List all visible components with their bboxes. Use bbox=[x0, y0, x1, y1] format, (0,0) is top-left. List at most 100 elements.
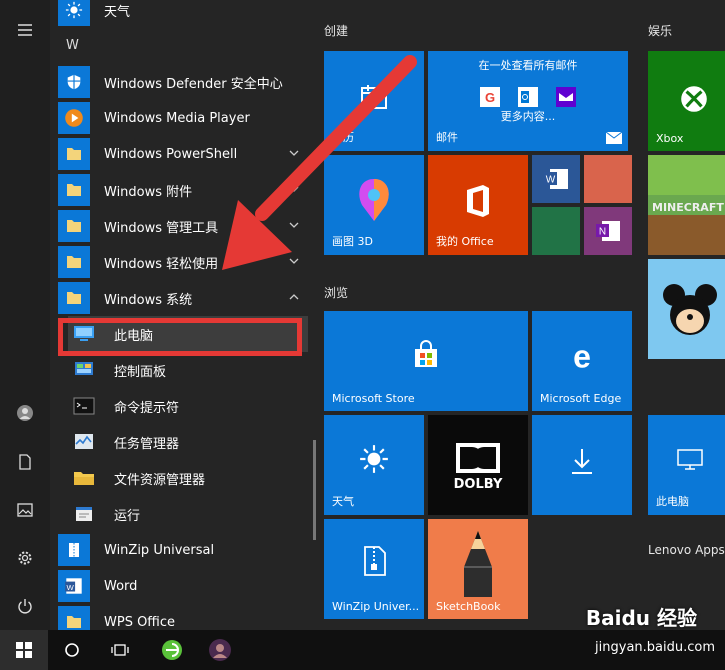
hamburger-menu-button[interactable] bbox=[0, 10, 50, 50]
taskbar-app-browser[interactable] bbox=[148, 630, 196, 670]
list-item-admin-tools[interactable]: Windows 管理工具 bbox=[58, 208, 308, 244]
onenote-tile[interactable]: N bbox=[584, 207, 632, 255]
mail-tile-caption: 在一处查看所有邮件 bbox=[478, 59, 578, 72]
minecraft-tile[interactable]: MINECRAFT bbox=[648, 155, 725, 255]
folder-icon bbox=[58, 246, 90, 278]
pictures-button[interactable] bbox=[0, 490, 50, 530]
powerpoint-tile[interactable] bbox=[584, 155, 632, 203]
winzip-icon bbox=[356, 541, 392, 581]
chevron-up-icon[interactable] bbox=[288, 291, 300, 303]
google-icon: G bbox=[480, 87, 500, 107]
winzip-icon bbox=[58, 534, 90, 566]
group-label-browse[interactable]: 浏览 bbox=[324, 284, 348, 301]
group-label-lenovo[interactable]: Lenovo Apps bbox=[648, 543, 725, 557]
this-pc-tile[interactable]: 此电脑 bbox=[648, 415, 725, 515]
my-office-tile[interactable]: 我的 Office bbox=[428, 155, 528, 255]
chevron-down-icon[interactable] bbox=[288, 255, 300, 267]
excel-tile[interactable] bbox=[532, 207, 580, 255]
list-item-label: WinZip Universal bbox=[104, 542, 215, 558]
account-button[interactable] bbox=[0, 393, 50, 433]
list-item-word[interactable]: W Word bbox=[58, 568, 308, 604]
word-tile[interactable]: W bbox=[532, 155, 580, 203]
chevron-down-icon[interactable] bbox=[288, 219, 300, 231]
list-item-label: 任务管理器 bbox=[114, 436, 180, 452]
media-app-icon bbox=[209, 639, 231, 661]
folder-icon bbox=[58, 174, 90, 206]
tile-label: 日历 bbox=[332, 131, 354, 144]
list-item-this-pc[interactable]: 此电脑 bbox=[68, 316, 308, 352]
watermark-url: jingyan.baidu.com bbox=[595, 640, 715, 655]
tile-label: 天气 bbox=[332, 495, 354, 508]
list-item-task-manager[interactable]: 任务管理器 bbox=[68, 424, 308, 460]
list-item-label: 运行 bbox=[114, 508, 141, 524]
scrollbar[interactable] bbox=[313, 440, 316, 540]
chevron-down-icon[interactable] bbox=[288, 147, 300, 159]
list-item-accessories[interactable]: Windows 附件 bbox=[58, 172, 308, 208]
list-item-label: 命令提示符 bbox=[114, 400, 180, 416]
list-item-cmd[interactable]: 命令提示符 bbox=[68, 388, 308, 424]
weather-tile[interactable]: 天气 bbox=[324, 415, 424, 515]
winzip-tile[interactable]: WinZip Univer... bbox=[324, 519, 424, 619]
document-icon bbox=[19, 454, 31, 470]
list-item-winzip[interactable]: WinZip Universal bbox=[58, 532, 308, 568]
search-circle-icon bbox=[65, 643, 79, 657]
dolby-label: DOLBY bbox=[453, 477, 503, 492]
list-item-label: Windows Media Player bbox=[104, 110, 250, 126]
cmd-icon bbox=[68, 390, 100, 422]
power-icon bbox=[18, 599, 32, 614]
office-icon bbox=[460, 181, 496, 221]
paint3d-tile[interactable]: 画图 3D bbox=[324, 155, 424, 255]
list-item-media-player[interactable]: Windows Media Player bbox=[58, 100, 308, 136]
calendar-icon bbox=[356, 79, 392, 115]
section-letter-w[interactable]: W bbox=[66, 38, 79, 53]
list-item-label: 控制面板 bbox=[114, 364, 167, 380]
svg-text:e: e bbox=[573, 341, 591, 373]
group-label-entertain[interactable]: 娱乐 bbox=[648, 22, 672, 39]
list-item-weather[interactable]: 天气 bbox=[58, 0, 308, 28]
user-avatar-icon bbox=[17, 405, 33, 421]
mail-tile[interactable]: 在一处查看所有邮件 G 更多内容... 邮件 bbox=[428, 51, 628, 151]
taskbar-app-media[interactable] bbox=[196, 630, 244, 670]
search-button[interactable] bbox=[48, 630, 96, 670]
edge-icon: e bbox=[564, 339, 600, 375]
dolby-logo-icon bbox=[454, 441, 502, 475]
dolby-tile[interactable]: DOLBY bbox=[428, 415, 528, 515]
list-item-control-panel[interactable]: 控制面板 bbox=[68, 352, 308, 388]
list-item-run[interactable]: 运行 bbox=[68, 496, 308, 532]
list-item-label: Windows PowerShell bbox=[104, 146, 238, 162]
settings-button[interactable] bbox=[0, 538, 50, 578]
list-item-defender[interactable]: Windows Defender 安全中心 bbox=[58, 64, 308, 100]
power-button[interactable] bbox=[0, 586, 50, 626]
list-item-ease-of-access[interactable]: Windows 轻松使用 bbox=[58, 244, 308, 280]
pencil-icon bbox=[456, 527, 500, 599]
task-view-button[interactable] bbox=[96, 630, 144, 670]
media-player-icon bbox=[58, 102, 90, 134]
onenote-icon: N bbox=[594, 219, 622, 243]
computer-icon bbox=[68, 318, 100, 350]
list-item-label: 天气 bbox=[104, 4, 131, 20]
download-tile[interactable] bbox=[532, 415, 632, 515]
sun-icon bbox=[356, 441, 392, 477]
list-item-label: Windows Defender 安全中心 bbox=[104, 76, 283, 92]
svg-text:G: G bbox=[485, 90, 495, 105]
store-tile[interactable]: Microsoft Store bbox=[324, 311, 528, 411]
list-item-powershell[interactable]: Windows PowerShell bbox=[58, 136, 308, 172]
shield-icon bbox=[58, 66, 90, 98]
xbox-tile[interactable]: Xbox bbox=[648, 51, 725, 151]
list-item-file-explorer[interactable]: 文件资源管理器 bbox=[68, 460, 308, 496]
chevron-down-icon[interactable] bbox=[288, 183, 300, 195]
gear-icon bbox=[18, 551, 32, 565]
disney-tile[interactable] bbox=[648, 259, 725, 359]
list-item-wps[interactable]: WPS Office bbox=[58, 604, 308, 630]
documents-button[interactable] bbox=[0, 442, 50, 482]
sketchbook-tile[interactable]: SketchBook bbox=[428, 519, 528, 619]
watermark-brand: Baidu 经验 bbox=[585, 606, 697, 630]
word-icon: W bbox=[58, 570, 90, 602]
group-label-create[interactable]: 创建 bbox=[324, 22, 348, 39]
tile-label: Microsoft Store bbox=[332, 392, 415, 405]
start-button[interactable] bbox=[0, 630, 48, 670]
calendar-tile[interactable]: 日历 bbox=[324, 51, 424, 151]
list-item-windows-system[interactable]: Windows 系统 bbox=[58, 280, 308, 316]
tile-label: Xbox bbox=[656, 132, 684, 145]
edge-tile[interactable]: e Microsoft Edge bbox=[532, 311, 632, 411]
